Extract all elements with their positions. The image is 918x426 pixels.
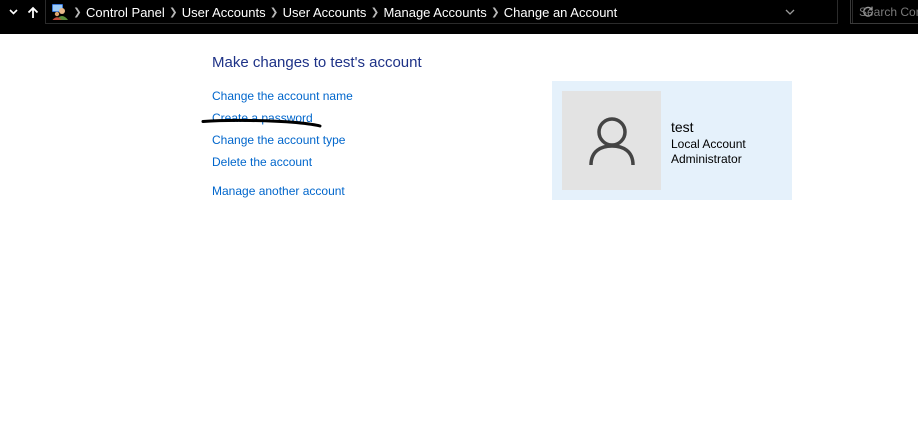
address-box[interactable]: ❯ Control Panel ❯ User Accounts ❯ User A… <box>45 0 873 24</box>
control-panel-users-icon <box>52 4 68 20</box>
breadcrumb-control-panel[interactable]: Control Panel <box>86 5 165 20</box>
up-button[interactable] <box>24 0 42 24</box>
pen-underline-mark <box>201 118 322 128</box>
chevron-right-icon[interactable]: ❯ <box>165 7 182 18</box>
chevron-right-icon[interactable]: ❯ <box>487 7 504 18</box>
breadcrumb-change-an-account[interactable]: Change an Account <box>504 5 617 20</box>
address-dropdown-button[interactable] <box>778 0 802 24</box>
chevron-right-icon[interactable]: ❯ <box>266 7 283 18</box>
chevron-down-icon <box>8 9 18 15</box>
breadcrumb: ❯ Control Panel ❯ User Accounts ❯ User A… <box>69 0 617 24</box>
breadcrumb-user-accounts-sub[interactable]: User Accounts <box>283 5 367 20</box>
address-bar: ❯ Control Panel ❯ User Accounts ❯ User A… <box>0 0 918 34</box>
change-account-name-link[interactable]: Change the account name <box>212 89 353 103</box>
search-input[interactable]: Search Con <box>850 0 918 24</box>
delete-account-link[interactable]: Delete the account <box>212 155 312 169</box>
page-title: Make changes to test's account <box>212 54 422 71</box>
user-icon <box>588 116 635 165</box>
account-role: Administrator <box>671 152 742 166</box>
recent-locations-button[interactable] <box>6 0 20 24</box>
chevron-right-icon[interactable]: ❯ <box>69 7 86 18</box>
account-name: test <box>671 119 694 135</box>
chevron-down-icon <box>785 9 795 15</box>
manage-another-account-link[interactable]: Manage another account <box>212 184 345 198</box>
avatar <box>562 91 661 190</box>
change-account-type-link[interactable]: Change the account type <box>212 133 345 147</box>
chevron-right-icon[interactable]: ❯ <box>366 7 383 18</box>
account-type: Local Account <box>671 137 746 151</box>
account-tile: test Local Account Administrator <box>552 81 792 200</box>
breadcrumb-user-accounts[interactable]: User Accounts <box>182 5 266 20</box>
breadcrumb-manage-accounts[interactable]: Manage Accounts <box>383 5 486 20</box>
up-arrow-icon <box>27 6 39 18</box>
